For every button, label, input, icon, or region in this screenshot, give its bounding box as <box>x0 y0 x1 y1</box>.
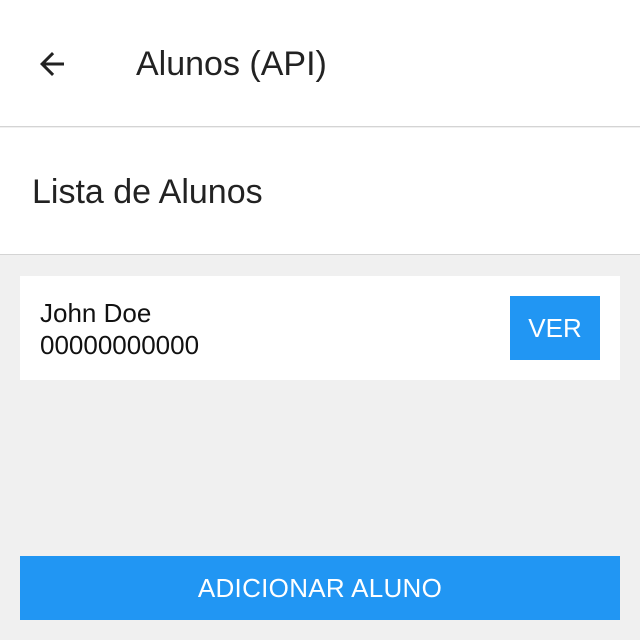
student-name: John Doe <box>40 298 152 328</box>
add-student-button[interactable]: ADICIONAR ALUNO <box>20 556 620 620</box>
list-header: Lista de Alunos <box>0 128 640 255</box>
student-id: 00000000000 <box>40 330 200 360</box>
view-button[interactable]: VER <box>510 296 600 360</box>
list-item: John Doe 00000000000 VER <box>20 276 620 380</box>
arrow-left-icon <box>40 52 64 76</box>
back-button[interactable] <box>30 40 74 88</box>
list-title: Lista de Alunos <box>32 173 263 211</box>
page-title: Alunos (API) <box>136 45 327 83</box>
app-bar: Alunos (API) <box>0 0 640 127</box>
